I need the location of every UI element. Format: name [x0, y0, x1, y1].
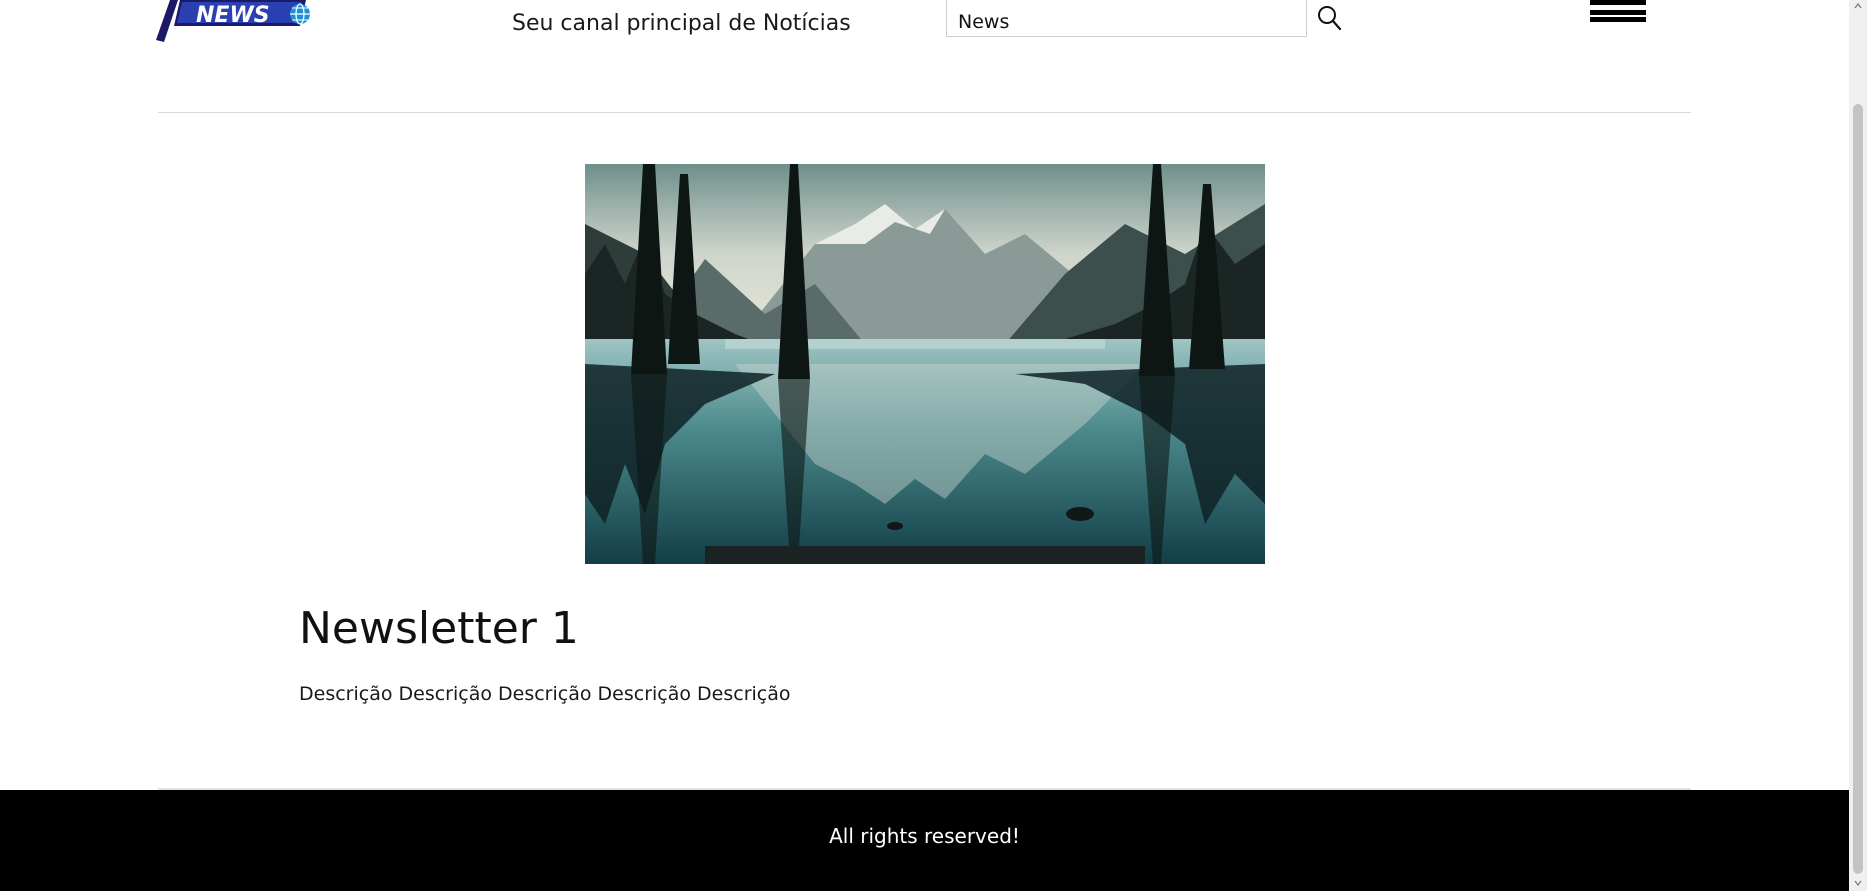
page: NEWS Seu canal principal de Notícias New… [0, 0, 1849, 891]
site-tagline: Seu canal principal de Notícias [512, 11, 851, 36]
article-description: Descrição Descrição Descrição Descrição … [299, 683, 791, 705]
scroll-down-icon[interactable] [1854, 879, 1862, 887]
scrollbar-thumb[interactable] [1853, 104, 1863, 874]
header-divider [158, 112, 1691, 113]
news-logo-image: NEWS [156, 0, 310, 42]
news-logo[interactable]: NEWS [156, 0, 314, 44]
footer-copyright: All rights reserved! [829, 824, 1020, 848]
mountain-lake-image [585, 164, 1265, 564]
hamburger-menu-icon [1590, 0, 1646, 5]
article-title: Newsletter 1 [299, 603, 579, 654]
search-button[interactable] [1314, 3, 1344, 33]
article-image [585, 164, 1265, 564]
vertical-scrollbar[interactable] [1849, 0, 1867, 891]
footer: All rights reserved! [0, 790, 1849, 891]
search-icon [1318, 6, 1342, 31]
scroll-up-icon[interactable] [1854, 2, 1862, 10]
search-input[interactable] [946, 0, 1307, 37]
logo-wordmark: NEWS [196, 3, 270, 28]
hamburger-menu-button[interactable] [1590, 0, 1648, 24]
